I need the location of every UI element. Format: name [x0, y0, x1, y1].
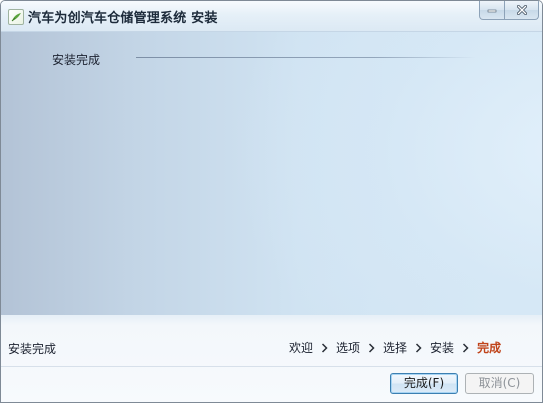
step-select: 选择 — [383, 341, 408, 355]
installer-window: 汽车为创汽车仓储管理系统 安装 安装完成 安装完成 欢迎 选项 选择 安装 完成 完成(… — [0, 0, 543, 403]
chevron-right-icon — [320, 340, 329, 356]
close-button[interactable] — [505, 1, 539, 20]
heading-divider — [136, 57, 476, 58]
step-finish: 完成 — [477, 341, 502, 355]
step-welcome: 欢迎 — [289, 341, 314, 355]
status-text: 安装完成 — [8, 342, 57, 356]
chevron-right-icon — [367, 340, 376, 356]
page-heading: 安装完成 — [52, 53, 101, 67]
window-title: 汽车为创汽车仓储管理系统 安装 — [28, 11, 218, 26]
minimize-icon — [487, 9, 497, 13]
footer-divider — [1, 366, 542, 367]
cancel-button[interactable]: 取消(C) — [465, 373, 534, 394]
title-bar[interactable]: 汽车为创汽车仓储管理系统 安装 — [1, 1, 542, 32]
step-install: 安装 — [430, 341, 455, 355]
app-icon — [8, 9, 24, 25]
finish-button[interactable]: 完成(F) — [390, 373, 458, 394]
close-icon — [516, 5, 527, 15]
minimize-button[interactable] — [479, 1, 505, 20]
chevron-right-icon — [461, 340, 470, 356]
chevron-right-icon — [414, 340, 423, 356]
step-options: 选项 — [336, 341, 361, 355]
content-panel: 安装完成 — [1, 32, 542, 315]
step-breadcrumb: 欢迎 选项 选择 安装 完成 — [289, 340, 501, 356]
footer-panel: 安装完成 欢迎 选项 选择 安装 完成 完成(F) 取消(C) — [1, 315, 542, 402]
